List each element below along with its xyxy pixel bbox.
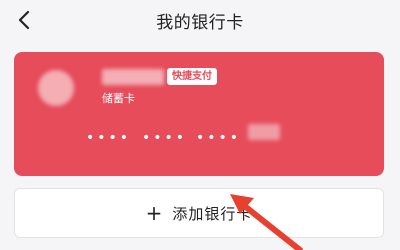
card-number-group-3: •••• xyxy=(196,130,242,146)
page-title: 我的银行卡 xyxy=(156,12,244,33)
card-number-tail-redacted xyxy=(248,124,280,140)
card-type-label: 储蓄卡 xyxy=(102,92,135,105)
bank-logo xyxy=(38,70,74,106)
add-bank-card-label: 添加银行卡 xyxy=(172,204,253,223)
card-number-group-2: •••• xyxy=(142,130,188,146)
add-bank-card-button[interactable]: + 添加银行卡 xyxy=(14,188,384,238)
bank-cards-page: 我的银行卡 快捷支付 储蓄卡 •••• •••• •••• + 添加银行卡 xyxy=(0,0,400,250)
chevron-left-icon xyxy=(18,10,30,30)
navigation-bar: 我的银行卡 xyxy=(0,0,400,40)
bank-card[interactable]: 快捷支付 储蓄卡 xyxy=(14,52,384,176)
quick-pay-badge: 快捷支付 xyxy=(167,68,217,85)
card-number-group-1: •••• xyxy=(86,130,132,146)
back-button[interactable] xyxy=(12,8,36,32)
bank-name-redacted xyxy=(102,69,164,85)
plus-icon: + xyxy=(145,201,163,225)
